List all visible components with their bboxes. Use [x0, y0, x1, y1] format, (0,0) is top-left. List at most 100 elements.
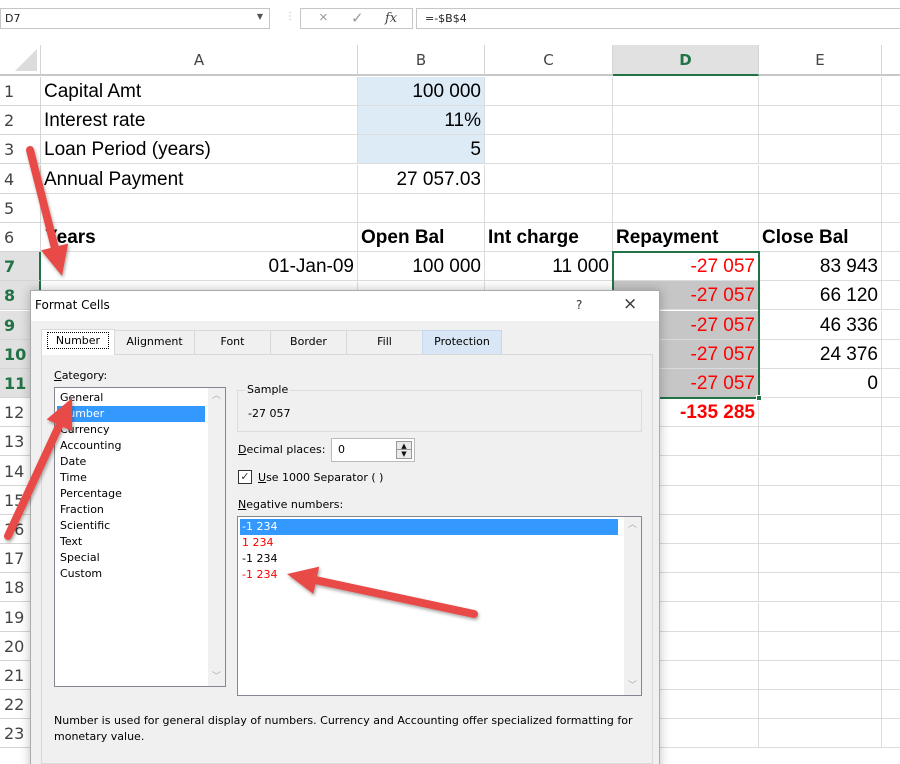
category-item[interactable]: General — [57, 390, 205, 406]
scroll-down-icon[interactable]: ﹀ — [208, 669, 225, 686]
scroll-down-icon[interactable]: ﹀ — [624, 678, 641, 695]
use-separator-checkbox[interactable]: ✓ — [238, 470, 252, 484]
chevron-down-icon[interactable]: ▼ — [257, 12, 263, 21]
category-item[interactable]: Text — [57, 534, 205, 550]
cell-c2[interactable] — [485, 106, 613, 136]
cell-e1[interactable] — [759, 77, 882, 106]
cell-e11[interactable]: 0 — [759, 369, 882, 398]
select-all-button[interactable] — [0, 45, 41, 76]
category-scrollbar[interactable]: ︿ ﹀ — [208, 388, 225, 686]
cell-f19[interactable] — [882, 603, 900, 632]
cell-e9[interactable]: 46 336 — [759, 310, 882, 340]
tab-protection[interactable]: Protection — [422, 330, 502, 354]
tab-fill[interactable]: Fill — [346, 330, 423, 354]
row-header-3[interactable]: 3 — [0, 135, 41, 165]
cell-f23[interactable] — [882, 719, 900, 749]
cell-a5[interactable] — [41, 193, 358, 223]
cell-f21[interactable] — [882, 661, 900, 690]
cell-e23[interactable] — [759, 719, 882, 749]
cell-f2[interactable] — [882, 106, 900, 136]
scroll-up-icon[interactable]: ︿ — [624, 517, 641, 534]
cell-f3[interactable] — [882, 135, 900, 165]
category-item[interactable]: Currency — [57, 422, 205, 438]
cancel-icon[interactable]: × — [319, 9, 328, 26]
cell-d2[interactable] — [613, 106, 759, 136]
cell-a4[interactable]: Annual Payment — [41, 164, 358, 194]
negative-scrollbar[interactable]: ︿ ﹀ — [624, 517, 641, 695]
cell-f13[interactable] — [882, 427, 900, 457]
cell-e16[interactable] — [759, 515, 882, 544]
tab-alignment[interactable]: Alignment — [114, 330, 195, 354]
negative-numbers-list[interactable]: ︿ ﹀ -1 234 1 234 -1 234 -1 234 — [237, 516, 642, 696]
column-header-a[interactable]: A — [41, 45, 358, 76]
category-item[interactable]: Accounting — [57, 438, 205, 454]
cell-f1[interactable] — [882, 77, 900, 106]
cell-e19[interactable] — [759, 602, 882, 632]
cell-c7[interactable]: 11 000 — [485, 252, 613, 282]
cell-e15[interactable] — [759, 485, 882, 515]
cell-d7[interactable]: -27 057 — [613, 252, 759, 282]
column-header-f[interactable] — [882, 45, 900, 76]
cell-f22[interactable] — [882, 690, 900, 720]
cell-f14[interactable] — [882, 457, 900, 486]
cell-e8[interactable]: 66 120 — [759, 281, 882, 311]
cell-f7[interactable] — [882, 252, 900, 282]
cell-a3[interactable]: Loan Period (years) — [41, 135, 358, 165]
cell-a6[interactable]: Years — [41, 223, 358, 252]
category-item[interactable]: Number — [57, 406, 205, 422]
column-header-c[interactable]: C — [485, 45, 613, 76]
use-separator-label[interactable]: Use 1000 Separator ( ) — [258, 471, 383, 484]
cell-c5[interactable] — [485, 193, 613, 223]
category-item[interactable]: Fraction — [57, 502, 205, 518]
dialog-title-bar[interactable]: Format Cells ? × — [31, 291, 659, 321]
row-header-5[interactable]: 5 — [0, 193, 41, 223]
negative-format-option[interactable]: -1 234 — [240, 519, 618, 535]
cell-c6[interactable]: Int charge — [485, 223, 613, 252]
tab-font[interactable]: Font — [194, 330, 271, 354]
cell-e2[interactable] — [759, 106, 882, 136]
column-header-e[interactable]: E — [759, 45, 882, 76]
cell-b3[interactable]: 5 — [358, 135, 485, 165]
formula-input[interactable]: =-$B$4 — [416, 8, 900, 29]
cell-f4[interactable] — [882, 165, 900, 194]
cell-f8[interactable] — [882, 281, 900, 311]
fill-handle[interactable] — [756, 395, 762, 402]
cell-f16[interactable] — [882, 515, 900, 544]
cell-e4[interactable] — [759, 164, 882, 194]
cell-c1[interactable] — [485, 77, 613, 106]
cell-d6[interactable]: Repayment — [613, 223, 759, 252]
cell-f11[interactable] — [882, 369, 900, 398]
cell-a1[interactable]: Capital Amt — [41, 77, 358, 106]
tab-number[interactable]: Number — [41, 329, 115, 355]
cell-e7[interactable]: 83 943 — [759, 252, 882, 282]
cell-e3[interactable] — [759, 135, 882, 165]
cell-f17[interactable] — [882, 544, 900, 574]
cell-f15[interactable] — [882, 486, 900, 515]
cell-f9[interactable] — [882, 311, 900, 340]
enter-icon[interactable]: ✓ — [351, 9, 364, 27]
column-header-d[interactable]: D — [613, 45, 759, 76]
decimal-places-stepper[interactable]: 0 ▲ ▼ — [331, 438, 415, 462]
row-header-4[interactable]: 4 — [0, 164, 41, 194]
cell-e14[interactable] — [759, 456, 882, 486]
cell-f6[interactable] — [882, 223, 900, 252]
cell-e5[interactable] — [759, 193, 882, 223]
category-item[interactable]: Custom — [57, 566, 205, 582]
row-header-1[interactable]: 1 — [0, 77, 41, 106]
cell-e6[interactable]: Close Bal — [759, 223, 882, 252]
row-header-6[interactable]: 6 — [0, 223, 41, 252]
cell-b4[interactable]: 27 057.03 — [358, 164, 485, 194]
category-item[interactable]: Time — [57, 470, 205, 486]
category-item[interactable]: Date — [57, 454, 205, 470]
negative-format-option[interactable]: 1 234 — [240, 535, 618, 551]
category-item[interactable]: Scientific — [57, 518, 205, 534]
cell-f12[interactable] — [882, 398, 900, 428]
cell-c4[interactable] — [485, 164, 613, 194]
cell-e20[interactable] — [759, 631, 882, 661]
cell-b2[interactable]: 11% — [358, 106, 485, 136]
cell-f5[interactable] — [882, 194, 900, 223]
negative-format-option[interactable]: -1 234 — [240, 567, 618, 583]
cell-e18[interactable] — [759, 573, 882, 603]
cell-e21[interactable] — [759, 661, 882, 690]
tab-border[interactable]: Border — [270, 330, 347, 354]
